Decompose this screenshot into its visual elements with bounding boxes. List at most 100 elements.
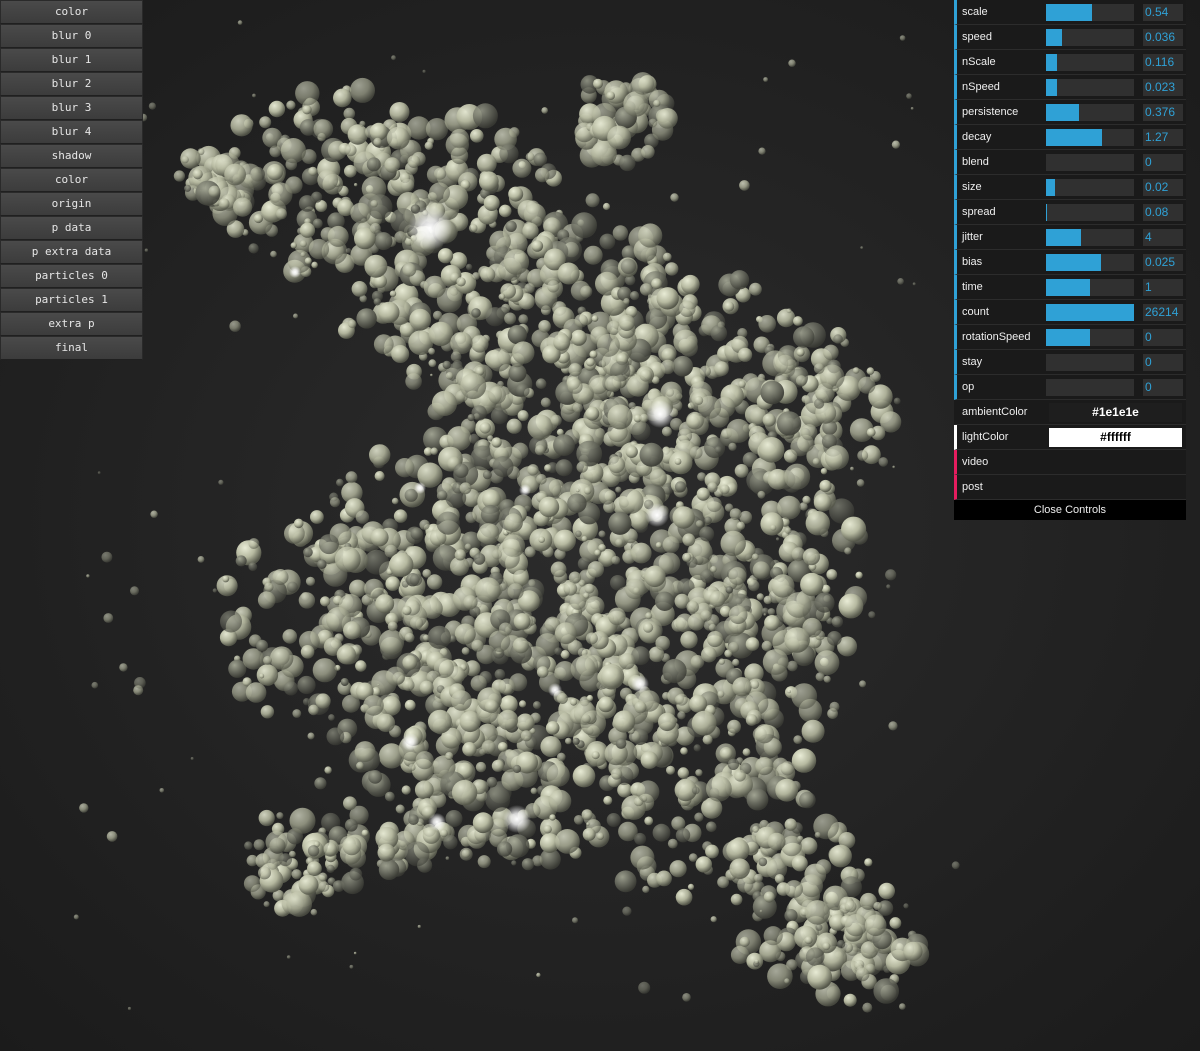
blend-slider[interactable] — [1046, 154, 1134, 171]
slider-fill — [1046, 279, 1090, 296]
rotationSpeed-slider[interactable] — [1046, 329, 1134, 346]
control-label: persistence — [962, 106, 1019, 118]
scale-input[interactable]: 0.54 — [1143, 4, 1183, 21]
debug-button-particles-1[interactable]: particles 1 — [0, 288, 143, 312]
debug-button-blur-0[interactable]: blur 0 — [0, 24, 143, 48]
control-op[interactable]: op 0 — [954, 375, 1186, 400]
control-label: size — [962, 181, 982, 193]
slider-fill — [1046, 54, 1057, 71]
bias-slider[interactable] — [1046, 254, 1134, 271]
time-slider[interactable] — [1046, 279, 1134, 296]
spread-input[interactable]: 0.08 — [1143, 204, 1183, 221]
debug-button-p-extra-data[interactable]: p extra data — [0, 240, 143, 264]
ambient-color-swatch[interactable]: #1e1e1e — [1049, 403, 1182, 422]
nScale-slider[interactable] — [1046, 54, 1134, 71]
count-slider[interactable] — [1046, 304, 1134, 321]
folder-post[interactable]: post — [954, 475, 1186, 500]
nScale-input[interactable]: 0.116 — [1143, 54, 1183, 71]
light-color-control[interactable]: lightColor #ffffff — [954, 425, 1186, 450]
nSpeed-slider[interactable] — [1046, 79, 1134, 96]
speed-slider[interactable] — [1046, 29, 1134, 46]
size-input[interactable]: 0.02 — [1143, 179, 1183, 196]
control-spread[interactable]: spread 0.08 — [954, 200, 1186, 225]
ambient-color-label: ambientColor — [962, 406, 1028, 418]
bias-input[interactable]: 0.025 — [1143, 254, 1183, 271]
control-decay[interactable]: decay 1.27 — [954, 125, 1186, 150]
render-target-panel: color blur 0 blur 1 blur 2 blur 3 blur 4 shado… — [0, 0, 143, 360]
control-label: nScale — [962, 56, 996, 68]
debug-button-blur-3[interactable]: blur 3 — [0, 96, 143, 120]
control-blend[interactable]: blend 0 — [954, 150, 1186, 175]
control-jitter[interactable]: jitter 4 — [954, 225, 1186, 250]
control-label: speed — [962, 31, 992, 43]
folder-video[interactable]: video — [954, 450, 1186, 475]
decay-input[interactable]: 1.27 — [1143, 129, 1183, 146]
debug-button-blur-2[interactable]: blur 2 — [0, 72, 143, 96]
slider-fill — [1046, 179, 1055, 196]
controls-panel: scale 0.54 speed 0.036 nScale 0.116 nSpeed 0.02… — [954, 0, 1186, 520]
decay-slider[interactable] — [1046, 129, 1134, 146]
control-label: decay — [962, 131, 992, 143]
persistence-slider[interactable] — [1046, 104, 1134, 121]
stay-input[interactable]: 0 — [1143, 354, 1183, 371]
spread-slider[interactable] — [1046, 204, 1134, 221]
debug-button-p-data[interactable]: p data — [0, 216, 143, 240]
nSpeed-input[interactable]: 0.023 — [1143, 79, 1183, 96]
jitter-slider[interactable] — [1046, 229, 1134, 246]
stay-slider[interactable] — [1046, 354, 1134, 371]
control-label: time — [962, 281, 983, 293]
slider-fill — [1046, 229, 1082, 246]
slider-fill — [1046, 254, 1101, 271]
slider-fill — [1046, 79, 1057, 96]
control-label: stay — [962, 356, 983, 368]
slider-fill — [1046, 4, 1092, 21]
folder-video-label: video — [962, 456, 989, 468]
control-label: rotationSpeed — [962, 331, 1031, 343]
control-label: bias — [962, 256, 983, 268]
control-label: blend — [962, 156, 989, 168]
persistence-input[interactable]: 0.376 — [1143, 104, 1183, 121]
blend-input[interactable]: 0 — [1143, 154, 1183, 171]
control-size[interactable]: size 0.02 — [954, 175, 1186, 200]
control-label: jitter — [962, 231, 983, 243]
size-slider[interactable] — [1046, 179, 1134, 196]
debug-button-color[interactable]: color — [0, 0, 143, 24]
debug-button-particles-0[interactable]: particles 0 — [0, 264, 143, 288]
control-count[interactable]: count 26214 — [954, 300, 1186, 325]
close-controls-button[interactable]: Close Controls — [954, 500, 1186, 520]
speed-input[interactable]: 0.036 — [1143, 29, 1183, 46]
jitter-input[interactable]: 4 — [1143, 229, 1183, 246]
slider-fill — [1046, 204, 1047, 221]
time-input[interactable]: 1 — [1143, 279, 1183, 296]
control-label: op — [962, 381, 975, 393]
control-label: spread — [962, 206, 996, 218]
slider-fill — [1046, 104, 1080, 121]
control-time[interactable]: time 1 — [954, 275, 1186, 300]
debug-button-blur-4[interactable]: blur 4 — [0, 120, 143, 144]
slider-fill — [1046, 304, 1134, 321]
control-speed[interactable]: speed 0.036 — [954, 25, 1186, 50]
debug-button-shadow[interactable]: shadow — [0, 144, 143, 168]
op-slider[interactable] — [1046, 379, 1134, 396]
control-label: nSpeed — [962, 81, 1000, 93]
scale-slider[interactable] — [1046, 4, 1134, 21]
control-bias[interactable]: bias 0.025 — [954, 250, 1186, 275]
debug-button-blur-1[interactable]: blur 1 — [0, 48, 143, 72]
control-scale[interactable]: scale 0.54 — [954, 0, 1186, 25]
light-color-swatch[interactable]: #ffffff — [1049, 428, 1182, 447]
control-persistence[interactable]: persistence 0.376 — [954, 100, 1186, 125]
control-nScale[interactable]: nScale 0.116 — [954, 50, 1186, 75]
count-input[interactable]: 26214 — [1143, 304, 1183, 321]
op-input[interactable]: 0 — [1143, 379, 1183, 396]
control-nSpeed[interactable]: nSpeed 0.023 — [954, 75, 1186, 100]
debug-button-extra-p[interactable]: extra p — [0, 312, 143, 336]
debug-button-origin[interactable]: origin — [0, 192, 143, 216]
debug-button-color[interactable]: color — [0, 168, 143, 192]
control-label: scale — [962, 6, 988, 18]
rotationSpeed-input[interactable]: 0 — [1143, 329, 1183, 346]
control-rotationSpeed[interactable]: rotationSpeed 0 — [954, 325, 1186, 350]
debug-button-final[interactable]: final — [0, 336, 143, 360]
ambient-color-control[interactable]: ambientColor #1e1e1e — [954, 400, 1186, 425]
control-label: count — [962, 306, 989, 318]
control-stay[interactable]: stay 0 — [954, 350, 1186, 375]
